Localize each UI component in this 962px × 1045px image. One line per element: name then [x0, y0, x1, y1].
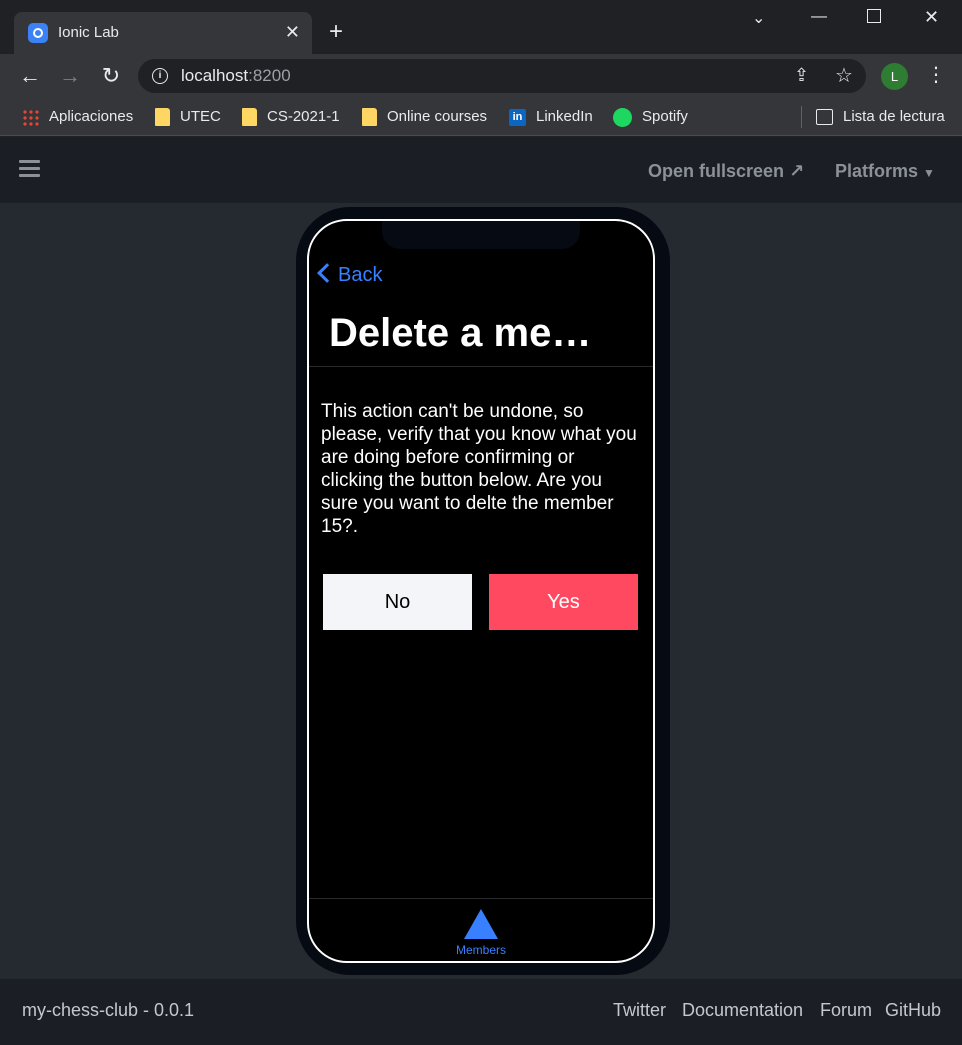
footer-link-github[interactable]: GitHub	[885, 1000, 941, 1021]
triangle-icon	[464, 909, 498, 939]
bookmarks-separator	[801, 106, 802, 128]
spotify-icon	[613, 107, 632, 127]
profile-avatar[interactable]: L	[881, 63, 908, 90]
lab-header: Open fullscreen ↗ Platforms ▼	[0, 137, 962, 203]
browser-toolbar: ← → ↻ i localhost:8200 ⇪ ☆ L ⋮	[0, 54, 962, 98]
reading-list-icon	[816, 109, 833, 126]
bookmark-online-courses[interactable]: Online courses	[362, 107, 487, 127]
app-version: my-chess-club - 0.0.1	[22, 1000, 195, 1020]
bookmark-utec[interactable]: UTEC	[155, 107, 221, 127]
folder-icon	[242, 108, 257, 127]
close-tab-icon[interactable]: ✕	[285, 22, 300, 42]
folder-icon	[155, 108, 170, 127]
confirmation-message: This action can't be undone, so please, …	[321, 401, 637, 537]
footer-link-twitter[interactable]: Twitter	[613, 1000, 666, 1021]
site-info-icon[interactable]: i	[152, 68, 168, 84]
window-close-icon[interactable]: ✕	[924, 7, 939, 28]
url-text: localhost:8200	[181, 66, 291, 85]
reading-list[interactable]: Lista de lectura	[816, 107, 945, 127]
bookmarks-bar: Aplicaciones UTEC CS-2021-1 Online cours…	[0, 98, 962, 136]
back-button[interactable]: Back	[317, 261, 382, 289]
tab-search-chevron-icon[interactable]: ⌄	[752, 8, 765, 28]
share-icon[interactable]: ⇪	[794, 65, 809, 86]
caret-down-icon: ▼	[923, 166, 935, 180]
footer-link-forum[interactable]: Forum	[820, 1000, 872, 1021]
open-fullscreen-link[interactable]: Open fullscreen ↗	[648, 161, 804, 182]
chevron-back-icon	[317, 263, 337, 283]
lab-footer: my-chess-club - 0.0.1 Twitter Documentat…	[0, 979, 962, 1045]
bookmark-spotify[interactable]: Spotify	[613, 107, 688, 127]
tab-members[interactable]: Members	[309, 899, 653, 961]
bookmark-apps[interactable]: Aplicaciones	[22, 107, 133, 127]
no-button[interactable]: No	[323, 574, 472, 630]
browser-tabstrip: Ionic Lab ✕ + ⌄ — ✕	[0, 0, 962, 54]
ionic-favicon-icon	[28, 23, 48, 43]
maximize-icon[interactable]	[867, 9, 881, 23]
apps-grid-icon	[22, 108, 39, 126]
yes-button[interactable]: Yes	[489, 574, 638, 630]
forward-arrow-icon[interactable]: →	[56, 62, 84, 90]
browser-menu-icon[interactable]: ⋮	[926, 62, 946, 87]
app-screen: Back Delete a me… This action can't be u…	[307, 219, 655, 963]
reload-icon[interactable]: ↻	[97, 62, 125, 90]
tab-members-label: Members	[455, 943, 506, 957]
folder-icon	[362, 108, 377, 127]
back-arrow-icon[interactable]: ←	[16, 62, 44, 90]
bookmark-star-icon[interactable]: ☆	[835, 63, 853, 88]
browser-tab[interactable]: Ionic Lab ✕	[14, 12, 312, 54]
menu-hamburger-icon[interactable]	[19, 160, 40, 178]
bookmark-linkedin[interactable]: in LinkedIn	[509, 107, 593, 127]
header-divider	[309, 366, 653, 367]
minimize-icon[interactable]: —	[811, 8, 827, 26]
linkedin-icon: in	[509, 108, 526, 126]
footer-link-documentation[interactable]: Documentation	[682, 1000, 803, 1021]
platforms-dropdown[interactable]: Platforms ▼	[835, 161, 935, 182]
new-tab-icon[interactable]: +	[329, 18, 343, 46]
tab-title: Ionic Lab	[58, 24, 119, 41]
page-title: Delete a me…	[329, 311, 592, 355]
bookmark-cs-2021-1[interactable]: CS-2021-1	[242, 107, 340, 127]
address-bar[interactable]: i localhost:8200 ⇪ ☆	[138, 59, 866, 93]
phone-notch	[382, 221, 580, 249]
external-link-icon: ↗	[789, 161, 805, 181]
phone-frame: Back Delete a me… This action can't be u…	[296, 207, 670, 975]
